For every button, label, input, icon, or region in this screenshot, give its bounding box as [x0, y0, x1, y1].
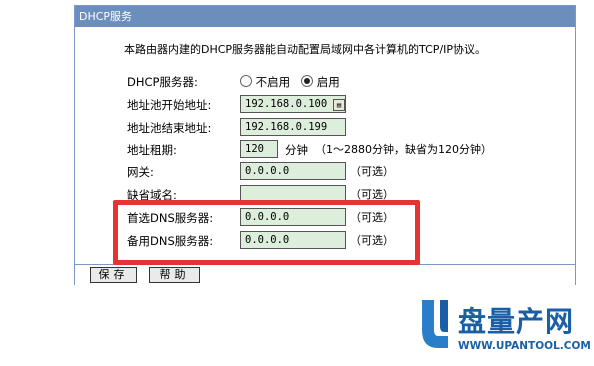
dhcp-server-label: DHCP服务器:	[127, 75, 198, 89]
red-highlight-box	[113, 200, 420, 265]
panel-title: DHCP服务	[75, 6, 575, 27]
pool-end-label: 地址池结束地址:	[127, 121, 212, 135]
intro-text: 本路由器内建的DHCP服务器能自动配置局域网中各计算机的TCP/IP协议。	[124, 43, 487, 56]
logo-url-text: WWW.UPANTOOL.COM	[458, 340, 591, 352]
lease-input[interactable]: 120	[240, 140, 278, 158]
upantool-logo: 盘量产网 WWW.UPANTOOL.COM	[418, 296, 591, 360]
gateway-label: 网关:	[127, 165, 154, 179]
picker-icon[interactable]: ▤	[333, 99, 345, 111]
dhcp-server-options: 不启用 启用	[240, 72, 340, 92]
logo-brand-text: 盘量产网	[458, 305, 575, 338]
radio-disable-label: 不启用	[255, 75, 291, 89]
pool-start-input[interactable]: 192.168.0.100 ▤	[240, 95, 346, 113]
pool-start-label: 地址池开始地址:	[127, 98, 212, 112]
pool-start-value: 192.168.0.100	[245, 98, 328, 110]
button-bar: 保存 帮助	[75, 264, 575, 286]
radio-disable[interactable]	[240, 75, 252, 87]
gateway-input[interactable]: 0.0.0.0	[240, 162, 346, 180]
gateway-optional: （可选）	[350, 165, 394, 178]
lease-unit: 分钟	[285, 143, 308, 157]
radio-enable-label: 启用	[316, 75, 340, 89]
lease-hint: （1～2880分钟，缺省为120分钟）	[315, 143, 492, 156]
radio-enable[interactable]	[301, 75, 314, 87]
lease-label: 地址租期:	[127, 143, 177, 157]
save-button[interactable]: 保存	[90, 267, 137, 283]
help-button[interactable]: 帮助	[149, 267, 200, 283]
pool-end-input[interactable]: 192.168.0.199	[240, 118, 346, 136]
